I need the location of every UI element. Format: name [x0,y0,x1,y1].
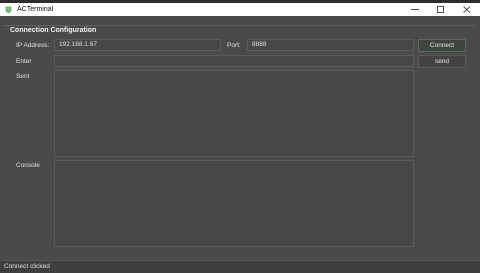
status-bar: Connect clicked [0,260,480,273]
window-title: ACTerminal [17,6,54,13]
ip-address-label: IP Address: [16,42,50,49]
group-title: Connection Configuration [10,27,97,34]
maximize-icon [437,6,444,13]
maximize-button[interactable] [428,3,454,16]
port-label: Port: [227,42,241,49]
connect-button[interactable]: Connect [418,39,466,52]
minimize-icon [411,9,419,10]
status-message: Connect clicked [4,263,50,270]
close-button[interactable] [454,3,480,16]
sent-textarea[interactable] [54,70,414,157]
ip-address-input[interactable]: 192.168.1.67 [54,39,221,51]
app-icon [5,6,12,13]
sent-label: Sent [16,73,30,80]
console-textarea[interactable] [54,160,414,247]
port-input[interactable]: 8888 [247,39,414,51]
title-bar[interactable]: ACTerminal [0,3,480,16]
console-label: Console [16,162,40,169]
minimize-button[interactable] [402,3,428,16]
enter-label: Enter [16,58,32,65]
enter-input[interactable] [54,55,414,67]
send-button[interactable]: send [418,55,466,68]
close-icon [463,6,471,13]
